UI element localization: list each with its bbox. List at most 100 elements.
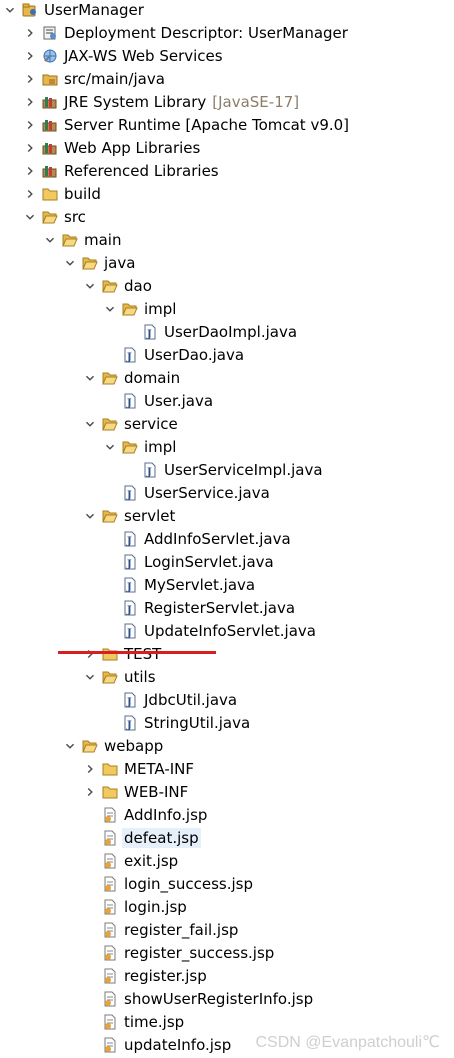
chevron-down-icon[interactable] bbox=[22, 205, 38, 228]
tree-item-label: register_fail.jsp bbox=[124, 920, 239, 939]
tree-item[interactable]: JRE System Library [JavaSE-17] bbox=[22, 90, 299, 113]
tree-item-label: impl bbox=[144, 299, 177, 318]
tree-item[interactable]: AddInfo.jsp bbox=[82, 803, 209, 826]
chevron-right-icon[interactable] bbox=[82, 757, 98, 780]
folder-open-icon bbox=[122, 301, 138, 317]
jsp-file-icon bbox=[102, 945, 118, 961]
chevron-down-icon[interactable] bbox=[42, 228, 58, 251]
chevron-down-icon[interactable] bbox=[102, 297, 118, 320]
chevron-right-icon[interactable] bbox=[22, 90, 38, 113]
folder-icon bbox=[42, 186, 58, 202]
folder-open-icon bbox=[102, 278, 118, 294]
tree-item[interactable]: dao bbox=[82, 274, 154, 297]
tree-item[interactable]: servlet bbox=[82, 504, 177, 527]
tree-item-label: JdbcUtil.java bbox=[144, 690, 238, 709]
tree-item-label: UserDao.java bbox=[144, 345, 245, 364]
chevron-right-icon[interactable] bbox=[22, 113, 38, 136]
tree-item[interactable]: J UserService.java bbox=[102, 481, 272, 504]
tree-item[interactable]: WEB-INF bbox=[82, 780, 190, 803]
tree-item[interactable]: register_success.jsp bbox=[82, 941, 276, 964]
chevron-down-icon[interactable] bbox=[82, 412, 98, 435]
tree-item[interactable]: J UserServiceImpl.java bbox=[122, 458, 325, 481]
tree-item[interactable]: J LoginServlet.java bbox=[102, 550, 276, 573]
chevron-down-icon[interactable] bbox=[62, 251, 78, 274]
chevron-down-icon[interactable] bbox=[82, 366, 98, 389]
tree-item[interactable]: Referenced Libraries bbox=[22, 159, 221, 182]
chevron-down-icon[interactable] bbox=[82, 274, 98, 297]
tree-item-label: service bbox=[124, 414, 178, 433]
folder-open-icon bbox=[102, 370, 118, 386]
jsp-file-icon bbox=[102, 968, 118, 984]
chevron-right-icon[interactable] bbox=[22, 159, 38, 182]
chevron-right-icon[interactable] bbox=[82, 780, 98, 803]
java-file-icon: J bbox=[122, 554, 138, 570]
tree-item[interactable]: J User.java bbox=[102, 389, 215, 412]
chevron-right-icon[interactable] bbox=[22, 21, 38, 44]
tree-item-label: UserServiceImpl.java bbox=[164, 460, 323, 479]
tree-item[interactable]: time.jsp bbox=[82, 1010, 186, 1033]
tree-item[interactable]: updateInfo.jsp bbox=[82, 1033, 233, 1056]
chevron-down-icon[interactable] bbox=[102, 435, 118, 458]
library-icon bbox=[42, 94, 58, 110]
tree-item[interactable]: main bbox=[42, 228, 123, 251]
tree-item-label: register_success.jsp bbox=[124, 943, 275, 962]
chevron-down-icon[interactable] bbox=[82, 665, 98, 688]
tree-item[interactable]: service bbox=[82, 412, 180, 435]
tree-item[interactable]: showUserRegisterInfo.jsp bbox=[82, 987, 315, 1010]
tree-item[interactable]: J UserDaoImpl.java bbox=[122, 320, 299, 343]
tree-item[interactable]: exit.jsp bbox=[82, 849, 180, 872]
tree-item-label: src bbox=[64, 207, 86, 226]
svg-text:J: J bbox=[146, 467, 152, 478]
tree-item[interactable]: J UserDao.java bbox=[102, 343, 246, 366]
project-icon bbox=[22, 2, 38, 18]
tree-item[interactable]: META-INF bbox=[82, 757, 196, 780]
tree-item[interactable]: impl bbox=[102, 435, 178, 458]
svg-text:J: J bbox=[126, 490, 132, 501]
java-file-icon: J bbox=[122, 577, 138, 593]
tree-item[interactable]: login_success.jsp bbox=[82, 872, 255, 895]
tree-item[interactable]: J StringUtil.java bbox=[102, 711, 252, 734]
chevron-down-icon[interactable] bbox=[2, 0, 18, 21]
tree-item[interactable]: login.jsp bbox=[82, 895, 189, 918]
tree-item[interactable]: build bbox=[22, 182, 103, 205]
tree-item[interactable]: src bbox=[22, 205, 88, 228]
tree-item[interactable]: src/main/java bbox=[22, 67, 167, 90]
chevron-right-icon[interactable] bbox=[22, 67, 38, 90]
chevron-down-icon[interactable] bbox=[82, 504, 98, 527]
tree-item[interactable]: J UpdateInfoServlet.java bbox=[102, 619, 318, 642]
tree-item-label: UserDaoImpl.java bbox=[164, 322, 298, 341]
folder-open-icon bbox=[102, 508, 118, 524]
tree-item[interactable]: webapp bbox=[62, 734, 165, 757]
tree-item[interactable]: J JdbcUtil.java bbox=[102, 688, 239, 711]
tree-item[interactable]: defeat.jsp bbox=[82, 826, 201, 849]
svg-text:J: J bbox=[126, 605, 132, 616]
tree-item[interactable]: J RegisterServlet.java bbox=[102, 596, 297, 619]
tree-item[interactable]: Deployment Descriptor: UserManager bbox=[22, 21, 350, 44]
tree-item-label: AddInfo.jsp bbox=[124, 805, 208, 824]
folder-open-icon bbox=[102, 416, 118, 432]
chevron-right-icon[interactable] bbox=[22, 182, 38, 205]
tree-item[interactable]: register_fail.jsp bbox=[82, 918, 240, 941]
jsp-file-icon bbox=[102, 1014, 118, 1030]
tree-item[interactable]: impl bbox=[102, 297, 178, 320]
tree-item[interactable]: utils bbox=[82, 665, 158, 688]
svg-text:J: J bbox=[126, 582, 132, 593]
chevron-right-icon[interactable] bbox=[22, 136, 38, 159]
tree-item-label: time.jsp bbox=[124, 1012, 185, 1031]
tree-item[interactable]: Web App Libraries bbox=[22, 136, 202, 159]
tree-item-label: JAX-WS Web Services bbox=[64, 46, 223, 65]
tree-item-label: StringUtil.java bbox=[144, 713, 251, 732]
tree-item[interactable]: domain bbox=[82, 366, 182, 389]
tree-item[interactable]: UserManager bbox=[2, 0, 146, 21]
tree-item[interactable]: JAX-WS Web Services bbox=[22, 44, 225, 67]
chevron-down-icon[interactable] bbox=[62, 734, 78, 757]
tree-item[interactable]: java bbox=[62, 251, 137, 274]
tree-item[interactable]: J MyServlet.java bbox=[102, 573, 257, 596]
tree-item[interactable]: register.jsp bbox=[82, 964, 209, 987]
tree-item-label: UserManager bbox=[44, 0, 144, 19]
tree-item[interactable]: Server Runtime [Apache Tomcat v9.0] bbox=[22, 113, 351, 136]
tree-item[interactable]: J AddInfoServlet.java bbox=[102, 527, 293, 550]
chevron-right-icon[interactable] bbox=[22, 44, 38, 67]
